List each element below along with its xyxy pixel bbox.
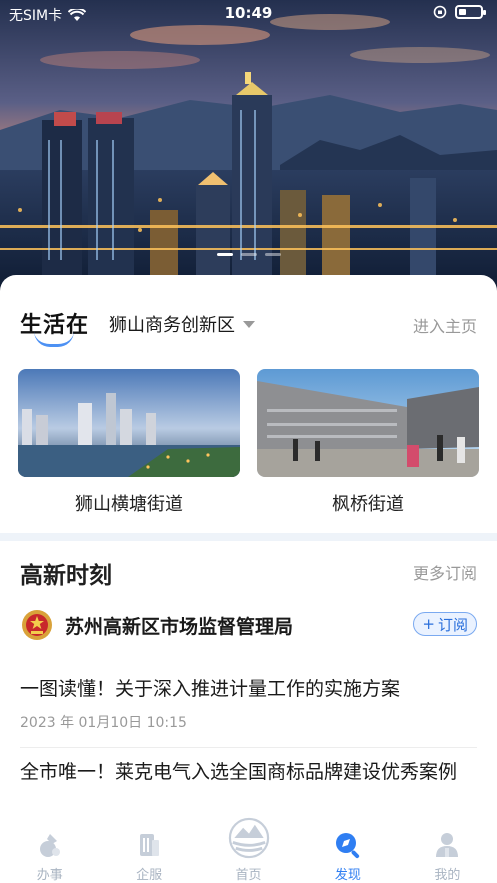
life-card: 生活在 狮山商务创新区 进入主页 狮山横塘街道 枫桥街道 (0, 275, 497, 533)
article-title: 一图读懂！关于深入推进计量工作的实施方案 (20, 678, 401, 700)
status-bar: 无SIM卡 10:49 (0, 0, 497, 28)
district-selector[interactable]: 狮山商务创新区 (109, 311, 255, 337)
article-date: 2023 年 01月10日 10:15 (20, 715, 187, 731)
banner-dot[interactable] (216, 253, 233, 256)
orientation-lock-icon (433, 5, 447, 19)
city-banner[interactable]: 无SIM卡 10:49 (0, 0, 497, 292)
banner-image (0, 0, 497, 292)
plus-icon: + (422, 615, 435, 633)
street-name: 狮山横塘街道 (75, 494, 183, 515)
tab-bar: 办事 企服 首页 发现 我的 (0, 817, 497, 883)
district-label: 狮山商务创新区 (109, 315, 235, 336)
org-row[interactable]: 苏州高新区市场监督管理局 + 订阅 (20, 607, 477, 643)
banner-dot[interactable] (240, 253, 257, 256)
clock: 10:49 (224, 4, 273, 22)
home-logo-icon (228, 817, 269, 859)
article-item[interactable]: 全市唯一！莱克电气入选全国商标品牌建设优秀案例 (20, 758, 477, 787)
enter-home-link[interactable]: 进入主页 (413, 313, 477, 337)
caret-down-icon (243, 320, 255, 328)
service-icon (39, 834, 60, 857)
subscribe-label: 订阅 (437, 615, 468, 634)
enterprise-icon (140, 834, 160, 856)
city-skyline-photo (18, 369, 240, 477)
tab-enterprise[interactable]: 企服 (99, 820, 198, 883)
battery-icon (455, 5, 486, 19)
news-header: 高新时刻 更多订阅 (20, 556, 477, 589)
national-emblem-icon (22, 610, 52, 640)
tab-label: 发现 (334, 868, 361, 883)
banner-pagination (0, 253, 497, 256)
plaza-building-photo (257, 369, 479, 477)
article-title: 全市唯一！莱克电气入选全国商标品牌建设优秀案例 (20, 761, 458, 783)
tab-label: 我的 (434, 868, 461, 883)
battery-level (459, 9, 466, 15)
news-section: 高新时刻 更多订阅 苏州高新区市场监督管理局 + 订阅 一图读懂！关于深入推进计… (0, 541, 497, 821)
life-header: 生活在 狮山商务创新区 进入主页 (20, 305, 477, 347)
more-subscriptions-link[interactable]: 更多订阅 (413, 560, 477, 584)
tab-label: 办事 (36, 868, 63, 883)
tab-label: 首页 (235, 868, 262, 883)
banner-dot[interactable] (264, 253, 281, 256)
tab-label: 企服 (136, 868, 163, 883)
subscribe-button[interactable]: + 订阅 (413, 612, 477, 636)
divider (20, 747, 477, 748)
tab-home[interactable]: 首页 (199, 817, 298, 883)
street-card-shishan[interactable]: 狮山横塘街道 (18, 369, 240, 516)
street-name: 枫桥街道 (332, 494, 404, 515)
life-title-arc (34, 331, 74, 347)
discover-icon (335, 833, 360, 859)
street-card-fengqiao[interactable]: 枫桥街道 (257, 369, 479, 516)
profile-icon (436, 833, 459, 857)
status-right (433, 5, 486, 19)
org-name: 苏州高新区市场监督管理局 (65, 615, 294, 638)
article-item[interactable]: 一图读懂！关于深入推进计量工作的实施方案 2023 年 01月10日 10:15 (20, 675, 477, 732)
tab-service[interactable]: 办事 (0, 820, 99, 883)
tab-discover[interactable]: 发现 (298, 820, 397, 883)
street-list: 狮山横塘街道 枫桥街道 (18, 369, 479, 516)
tab-profile[interactable]: 我的 (398, 820, 497, 883)
news-title: 高新时刻 (20, 563, 112, 589)
